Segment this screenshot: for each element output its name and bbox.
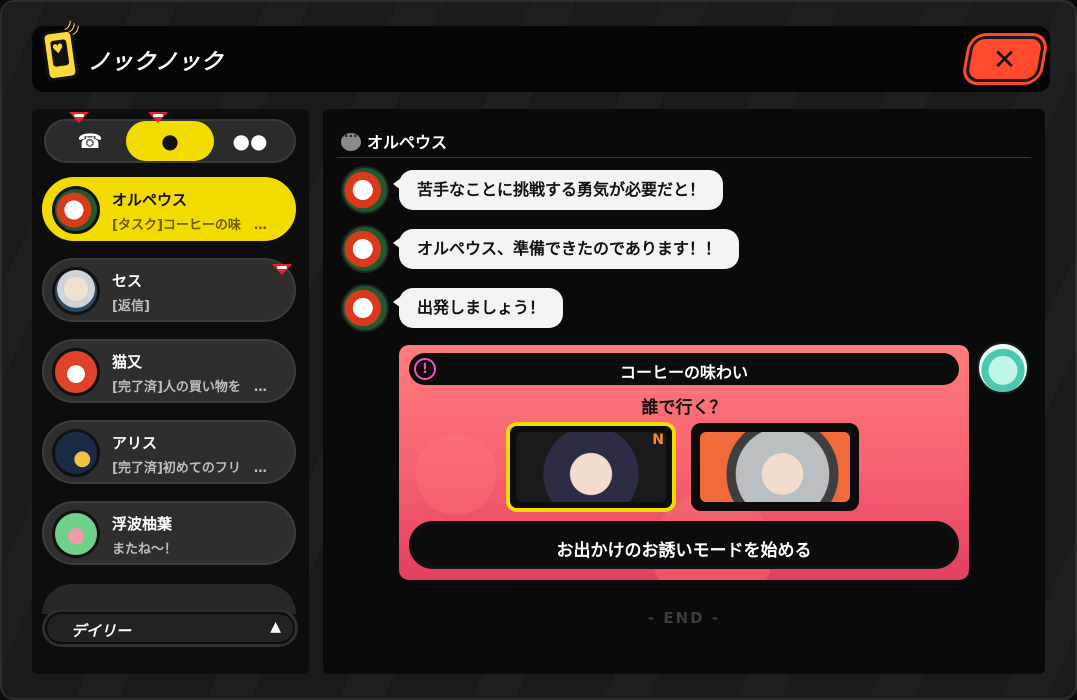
divider xyxy=(337,157,1031,158)
notification-badge xyxy=(69,112,89,123)
person-icon: ● xyxy=(161,129,179,153)
avatar xyxy=(52,267,100,315)
start-outing-label: お出かけのお誘いモードを始める xyxy=(556,541,812,561)
avatar xyxy=(52,429,100,477)
notification-badge xyxy=(272,264,292,275)
phone-icon: ♥))) xyxy=(40,18,82,82)
chat-title: オルペウス xyxy=(367,133,448,152)
daily-label: デイリー xyxy=(71,622,132,640)
contact-item-alice[interactable]: アリス [完了済]初めてのフリ … xyxy=(42,420,296,484)
contact-preview: [完了済]人の買い物を … xyxy=(112,380,267,395)
self-avatar xyxy=(977,342,1029,394)
knock-knock-window: ZZZ ♥))) ノックノック ✕ ☎ ● ●● オルペウス [タスク] xyxy=(0,0,1077,700)
message-avatar xyxy=(341,166,389,214)
header-bar: ♥))) ノックノック ✕ xyxy=(32,18,1050,92)
daily-filter-button[interactable]: デイリー ▲ xyxy=(42,609,298,647)
contact-name: 浮波柚葉 xyxy=(112,515,173,533)
avatar xyxy=(52,510,100,558)
contact-name: 猫又 xyxy=(112,353,143,371)
triangle-up-icon: ▲ xyxy=(270,619,281,635)
phone-book-icon: ☎ xyxy=(77,129,103,153)
tab-group[interactable]: ●● xyxy=(206,121,294,161)
chat-bubble-icon xyxy=(341,129,361,151)
character-portrait xyxy=(700,432,850,502)
character-portrait xyxy=(516,432,666,502)
end-marker: - END - xyxy=(647,609,721,627)
close-button[interactable]: ✕ xyxy=(963,36,1047,82)
contact-item-orpheus[interactable]: オルペウス [タスク]コーヒーの味 … xyxy=(42,177,296,241)
notification-badge xyxy=(148,112,168,123)
page-title: ノックノック xyxy=(88,50,224,75)
contact-preview: またね～！ xyxy=(112,542,178,557)
contact-name: セス xyxy=(112,272,143,290)
message-bubble: 出発しましょう！ xyxy=(392,288,564,328)
message-bubble: オルペウス、準備できたのであります！！ xyxy=(393,229,739,269)
contact-name: アリス xyxy=(112,434,158,452)
tab-contacts[interactable]: ☎ xyxy=(46,121,134,161)
contact-preview: [タスク]コーヒーの味 … xyxy=(112,218,267,233)
group-icon: ●● xyxy=(232,129,268,153)
tab-individual[interactable]: ● xyxy=(126,121,214,161)
task-title: コーヒーの味わい xyxy=(619,363,748,382)
message-avatar xyxy=(341,225,389,273)
chat-header: オルペウス xyxy=(341,129,447,153)
task-title-bar: ! コーヒーの味わい xyxy=(409,353,959,385)
contact-item-seth[interactable]: セス [返信] xyxy=(42,258,296,322)
contact-name: オルペウス xyxy=(112,191,188,209)
category-tabs: ☎ ● ●● xyxy=(44,119,296,163)
contact-item-nekomata[interactable]: 猫又 [完了済]人の買い物を … xyxy=(42,339,296,403)
task-question: 誰で行く？ xyxy=(641,398,727,418)
contact-item-yuzuha[interactable]: 浮波柚葉 またね～！ xyxy=(42,501,296,565)
companion-option-1[interactable]: N xyxy=(507,423,675,511)
start-outing-button[interactable]: お出かけのお誘いモードを始める xyxy=(409,521,959,569)
message-bubble: 苦手なことに挑戦する勇気が必要だと！ xyxy=(392,170,724,210)
outing-task-card: ! コーヒーの味わい 誰で行く？ N お出かけのお誘いモードを始める xyxy=(399,345,969,580)
avatar xyxy=(52,186,100,234)
message-avatar xyxy=(341,284,389,332)
contact-preview: [完了済]初めてのフリ … xyxy=(112,461,267,476)
contact-preview: [返信] xyxy=(112,299,150,314)
contact-sidebar: ☎ ● ●● オルペウス [タスク]コーヒーの味 … セス [返信] 猫又 [完… xyxy=(32,109,309,674)
close-icon: ✕ xyxy=(993,42,1017,76)
companion-option-2[interactable] xyxy=(691,423,859,511)
chat-panel: オルペウス 苦手なことに挑戦する勇気が必要だと！ オルペウス、準備できたのであり… xyxy=(323,109,1045,674)
avatar xyxy=(52,348,100,396)
n-badge-icon: N xyxy=(652,432,664,448)
